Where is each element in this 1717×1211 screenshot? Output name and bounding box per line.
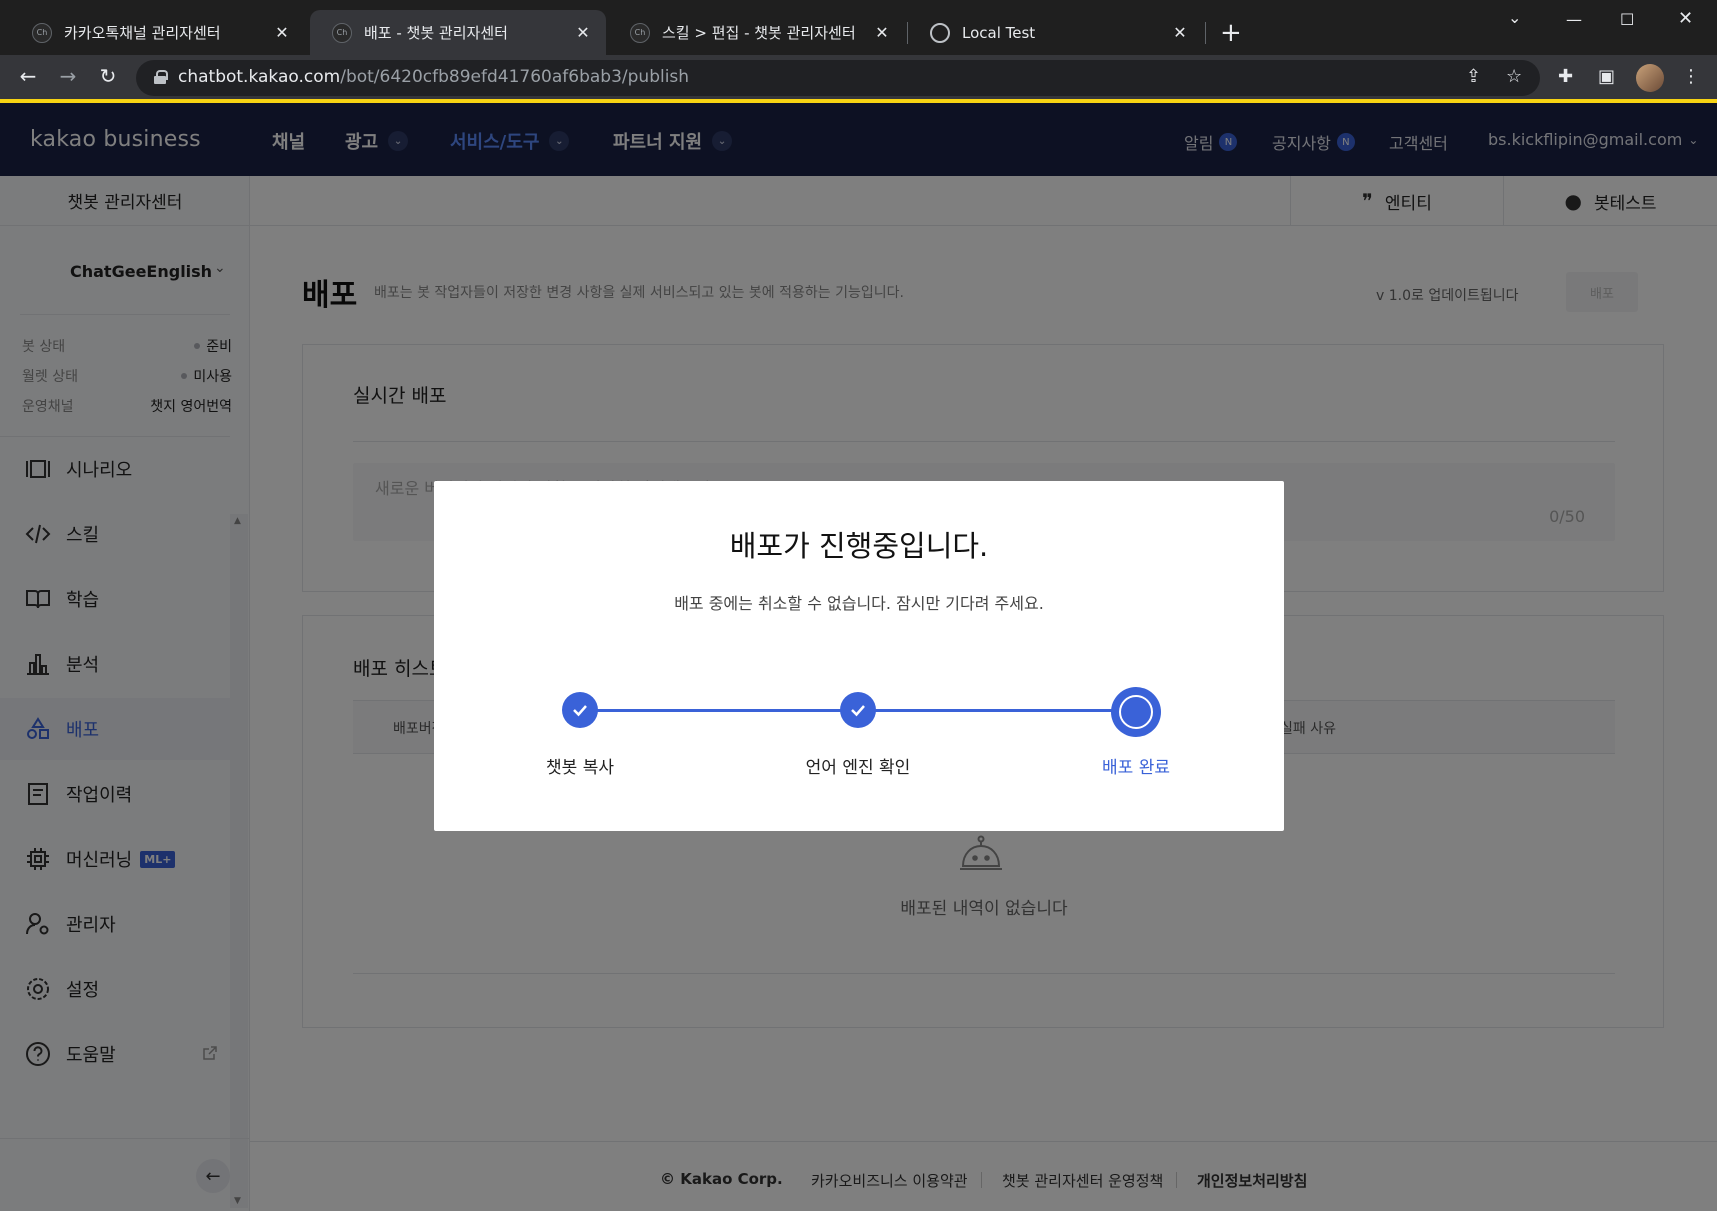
browser-tab-active[interactable]: Ch 배포 - 챗봇 관리자센터 ✕ bbox=[310, 10, 606, 55]
deploy-progress-modal: 배포가 진행중입니다. 배포 중에는 취소할 수 없습니다. 잠시만 기다려 주… bbox=[434, 481, 1284, 831]
tab-close-icon[interactable]: ✕ bbox=[574, 23, 592, 42]
progress-ring-icon bbox=[1119, 695, 1153, 729]
tab-close-icon[interactable]: ✕ bbox=[273, 23, 291, 42]
modal-description: 배포 중에는 취소할 수 없습니다. 잠시만 기다려 주세요. bbox=[674, 594, 1044, 613]
minimize-icon[interactable]: — bbox=[1566, 10, 1582, 29]
tab-search-chevron-icon[interactable]: ⌄ bbox=[1508, 8, 1521, 27]
tab-close-icon[interactable]: ✕ bbox=[873, 23, 891, 42]
tab-close-icon[interactable]: ✕ bbox=[1171, 23, 1189, 42]
profile-avatar[interactable] bbox=[1636, 64, 1664, 92]
tab-separator bbox=[1205, 22, 1206, 44]
chatbot-favicon: Ch bbox=[32, 22, 52, 43]
step-label: 챗봇 복사 bbox=[546, 758, 614, 778]
step-done-indicator bbox=[840, 692, 876, 728]
browser-tab[interactable]: Ch 스킬 > 편집 - 챗봇 관리자센터 ✕ bbox=[608, 10, 905, 55]
tab-title: 배포 - 챗봇 관리자센터 bbox=[364, 24, 508, 42]
url-path: /bot/6420cfb89efd41760af6bab3/publish bbox=[340, 67, 690, 87]
url-text[interactable]: chatbot.kakao.com/bot/6420cfb89efd41760a… bbox=[178, 67, 689, 87]
extensions-puzzle-icon[interactable]: ✚ bbox=[1558, 66, 1573, 87]
tab-title: 스킬 > 편집 - 챗봇 관리자센터 bbox=[662, 24, 856, 42]
check-icon bbox=[573, 705, 587, 717]
check-icon bbox=[851, 705, 865, 717]
browser-toolbar: ← → ↻ chatbot.kakao.com/bot/6420cfb89efd… bbox=[0, 55, 1717, 101]
reload-icon[interactable]: ↻ bbox=[94, 64, 122, 88]
chatbot-favicon: Ch bbox=[630, 22, 650, 43]
window-close-icon[interactable]: ✕ bbox=[1678, 8, 1693, 29]
bookmark-star-icon[interactable]: ☆ bbox=[1506, 66, 1522, 87]
share-icon[interactable]: ⇪ bbox=[1466, 66, 1481, 87]
lock-icon bbox=[154, 70, 168, 84]
browser-tab[interactable]: Local Test ✕ bbox=[908, 10, 1203, 55]
globe-icon bbox=[930, 22, 950, 43]
tab-title: 카카오톡채널 관리자센터 bbox=[64, 24, 221, 42]
url-domain: chatbot.kakao.com bbox=[178, 67, 341, 87]
tab-title: Local Test bbox=[962, 23, 1036, 42]
new-tab-plus-icon[interactable]: + bbox=[1220, 18, 1242, 48]
chrome-menu-icon[interactable]: ⋮ bbox=[1682, 66, 1700, 87]
forward-arrow-icon[interactable]: → bbox=[54, 64, 82, 88]
side-panel-icon[interactable]: ▣ bbox=[1598, 66, 1615, 87]
page: kakao business 채널 광고⌄ 서비스/도구⌄ 파트너 지원⌄ 알림… bbox=[0, 103, 1717, 1211]
step-label-current: 배포 완료 bbox=[1102, 758, 1170, 778]
step-current-indicator bbox=[1111, 687, 1161, 737]
modal-title: 배포가 진행중입니다. bbox=[729, 529, 989, 563]
maximize-icon[interactable]: ☐ bbox=[1620, 10, 1634, 29]
step-label: 언어 엔진 확인 bbox=[805, 758, 911, 778]
browser-tab-bar: Ch 카카오톡채널 관리자센터 ✕ Ch 배포 - 챗봇 관리자센터 ✕ Ch … bbox=[0, 0, 1717, 55]
browser-tab[interactable]: Ch 카카오톡채널 관리자센터 ✕ bbox=[10, 10, 305, 55]
chatbot-favicon: Ch bbox=[332, 22, 352, 43]
back-arrow-icon[interactable]: ← bbox=[14, 64, 42, 88]
address-bar[interactable]: chatbot.kakao.com/bot/6420cfb89efd41760a… bbox=[136, 60, 1540, 96]
step-done-indicator bbox=[562, 692, 598, 728]
